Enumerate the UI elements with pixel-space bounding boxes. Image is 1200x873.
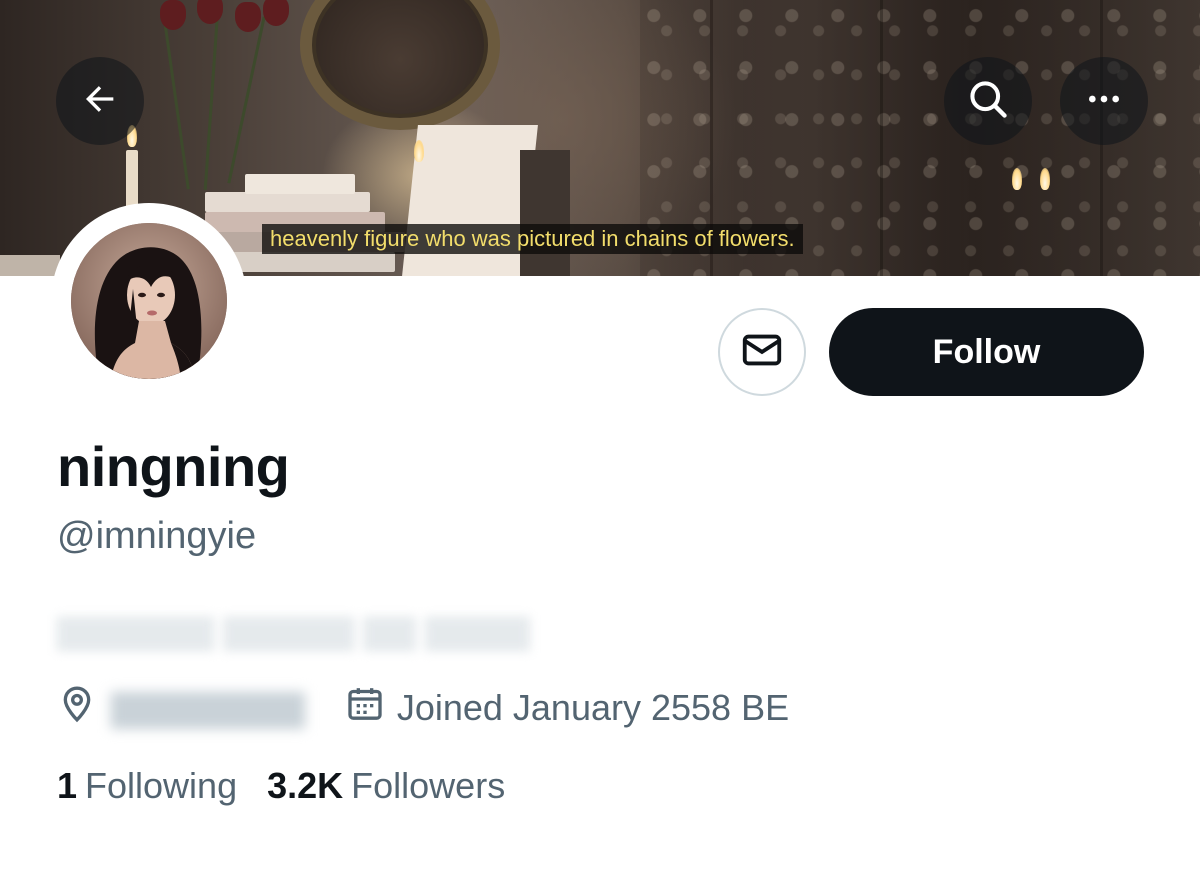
banner-caption: heavenly figure who was pictured in chai… (262, 224, 803, 254)
follow-stats: 1 Following 3.2K Followers (57, 765, 505, 807)
location-pin-icon (57, 684, 97, 733)
joined-date: Joined January 2558 BE (396, 687, 790, 728)
following-label: Following (85, 765, 238, 806)
profile-meta: ▇▇▇▇▇▇▇ Joined January 2558 BE (57, 680, 789, 736)
banner-mirror (300, 0, 500, 130)
avatar-image (71, 223, 227, 379)
banner-shelf (0, 255, 60, 276)
following-link[interactable]: 1 Following (57, 765, 237, 807)
search-button[interactable] (944, 57, 1032, 145)
followers-link[interactable]: 3.2K Followers (267, 765, 505, 807)
followers-label: Followers (351, 765, 506, 806)
following-count: 1 (57, 765, 78, 806)
banner-candle (126, 150, 138, 210)
banner-flame (1012, 168, 1022, 190)
banner-flame (1040, 168, 1050, 190)
profile-handle: @imningyie (57, 515, 257, 557)
banner-flame (414, 140, 424, 162)
search-icon (966, 77, 1010, 126)
back-button[interactable] (56, 57, 144, 145)
display-name: ningning (57, 435, 290, 498)
location-redacted: ▇▇▇▇▇▇▇ (111, 687, 305, 728)
banner-curtain-fold (880, 0, 883, 276)
avatar[interactable] (51, 203, 247, 399)
arrow-left-icon (80, 79, 120, 124)
profile-joined: Joined January 2558 BE (345, 684, 789, 733)
bio-redacted: ▇▇▇▇▇▇ ▇▇▇▇▇ ▇▇ ▇▇▇▇ (57, 613, 530, 651)
envelope-icon (739, 327, 785, 378)
followers-count: 3.2K (267, 765, 344, 806)
profile-location: ▇▇▇▇▇▇▇ (57, 684, 345, 733)
calendar-icon (345, 684, 385, 733)
message-button[interactable] (718, 308, 806, 396)
more-horizontal-icon (1084, 79, 1124, 124)
more-options-button[interactable] (1060, 57, 1148, 145)
follow-button[interactable]: Follow (829, 308, 1144, 396)
banner-frame-shadow (520, 150, 570, 276)
